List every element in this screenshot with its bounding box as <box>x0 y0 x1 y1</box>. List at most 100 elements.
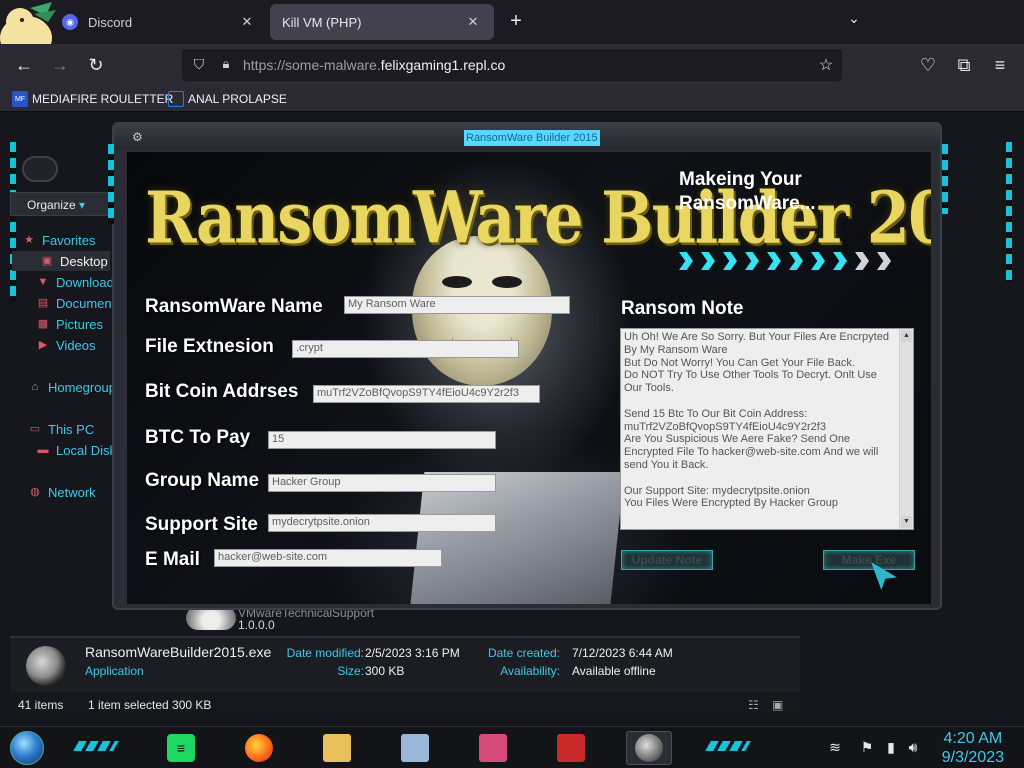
details-pane: RansomWareBuilder2015.exe Application Da… <box>10 636 800 692</box>
paint-icon <box>479 734 507 762</box>
window-title: RansomWare Builder 2015 <box>464 130 600 146</box>
update-note-button[interactable]: Update Note <box>621 550 713 570</box>
nav-videos[interactable]: ▶ Videos <box>36 335 112 355</box>
star-icon: ★ <box>24 234 34 246</box>
bookmarks-toolbar: MF MEDIAFIRE ROULETTER ANAL PROLAPSE <box>0 86 1024 112</box>
ransom-note-text[interactable]: Uh Oh! We Are So Sorry. But Your Files A… <box>624 331 898 527</box>
system-clock[interactable]: 4:20 AM 9/3/2023 <box>942 729 1004 767</box>
frame-decoration <box>1006 142 1012 282</box>
url-text[interactable]: https://some-malware.felixgaming1.repl.c… <box>243 57 505 73</box>
details-view-icon[interactable]: ☷ <box>748 698 759 712</box>
file-extension-input[interactable]: .crypt <box>292 340 519 358</box>
taskbar-app-tool[interactable] <box>548 731 594 765</box>
address-bar[interactable]: ⛉ 🔒︎ https://some-malware.felixgaming1.r… <box>182 49 842 81</box>
flag-icon[interactable]: ⚑ <box>858 739 876 757</box>
nav-homegroup[interactable]: ⌂ Homegroup <box>28 377 112 397</box>
thumbnail-view-icon[interactable]: ▣ <box>772 698 783 712</box>
start-button[interactable] <box>10 731 44 765</box>
bookmark-triangle-icon <box>168 91 184 107</box>
taskbar-decoration <box>73 741 119 751</box>
detail-date-created: 7/12/2023 6:44 AM <box>572 646 673 660</box>
tab-label: Discord <box>88 14 133 30</box>
network-tray-icon[interactable]: ▮ <box>882 739 900 757</box>
explorer-back-forward-button[interactable] <box>22 156 58 182</box>
firefox-icon <box>245 734 273 762</box>
skull-icon <box>635 734 663 762</box>
group-name-input[interactable]: Hacker Group <box>268 474 496 492</box>
note-scrollbar[interactable]: ▲ ▼ <box>899 329 913 529</box>
taskbar-app-monitor[interactable] <box>392 731 438 765</box>
detail-label: Date modified: <box>286 646 364 660</box>
documents-icon: ▤ <box>37 297 49 309</box>
btc-amount-input[interactable]: 15 <box>268 431 496 449</box>
taskbar-app-ransomware-builder[interactable] <box>626 731 672 765</box>
tool-icon <box>557 734 585 762</box>
shield-icon[interactable]: ⛉ <box>190 56 208 74</box>
builder-content: RansomWare Builder 2015 Makeing Your Ran… <box>127 152 931 604</box>
support-site-input[interactable]: mydecrytpsite.onion <box>268 514 496 532</box>
clock-date: 9/3/2023 <box>941 749 1004 766</box>
show-hidden-icons[interactable]: ≋ <box>826 739 844 757</box>
nav-favorites[interactable]: ★ Favorites <box>22 230 122 250</box>
navigation-pane: ★Favorites ▣Desktop ▼Downloads ▤Document… <box>10 224 113 624</box>
spotify-icon: ≡ <box>167 734 195 762</box>
pocket-icon[interactable]: ♡ <box>916 53 940 77</box>
ransomware-name-input[interactable]: My Ransom Ware <box>344 296 570 314</box>
forward-arrow-icon[interactable]: → <box>48 53 72 77</box>
nav-network[interactable]: ◍ Network <box>28 482 112 502</box>
window-title-bar[interactable]: ⚙ RansomWare Builder 2015 <box>114 124 940 150</box>
nav-pictures[interactable]: ▩ Pictures <box>36 314 112 334</box>
close-tab-icon[interactable]: ✕ <box>464 14 482 30</box>
file-item-version: 1.0.0.0 <box>238 618 275 632</box>
label-file-extension: File Extnesion <box>145 336 274 357</box>
back-arrow-icon[interactable]: ← <box>12 53 36 77</box>
tab-kill-vm[interactable]: Kill VM (PHP) ✕ <box>270 4 494 40</box>
detail-file-name: RansomWareBuilder2015.exe <box>85 644 272 660</box>
organize-button[interactable]: Organize ▾ <box>10 192 120 216</box>
taskbar-app-spotify[interactable]: ≡ <box>158 731 204 765</box>
taskbar-app-paint[interactable] <box>470 731 516 765</box>
app-gear-icon[interactable]: ⚙ <box>132 130 146 144</box>
network-icon: ◍ <box>30 486 40 498</box>
bookmark-star-icon[interactable]: ☆ <box>816 55 836 75</box>
clock-time: 4:20 AM <box>943 730 1003 747</box>
videos-icon: ▶ <box>38 339 48 351</box>
monitor-icon <box>401 734 429 762</box>
scroll-up-icon[interactable]: ▲ <box>901 330 912 342</box>
close-tab-icon[interactable]: ✕ <box>238 14 256 30</box>
scroll-down-icon[interactable]: ▼ <box>901 516 912 528</box>
taskbar-app-firefox[interactable] <box>236 731 282 765</box>
folder-icon <box>323 734 351 762</box>
browser-nav-bar: ← → ↻ ⛉ 🔒︎ https://some-malware.felixgam… <box>0 44 1024 86</box>
lock-icon[interactable]: 🔒︎ <box>218 56 234 74</box>
bookmark-anal-prolapse[interactable]: ANAL PROLAPSE <box>168 90 287 108</box>
bookmark-mediafire[interactable]: MF MEDIAFIRE ROULETTER <box>12 90 173 108</box>
skull-file-icon <box>26 646 66 686</box>
volume-icon[interactable]: 🔊︎ <box>904 739 922 757</box>
tab-discord[interactable]: ◉ Discord ✕ <box>50 4 268 40</box>
ransom-note-title: Ransom Note <box>621 298 744 319</box>
bitcoin-address-input[interactable]: muTrf2VZoBfQvopS9TY4fEioU4c9Y2r2f3 <box>313 385 540 403</box>
detail-label: Availability: <box>500 664 560 678</box>
nav-local-disk[interactable]: ▬ Local Disk <box>36 440 113 460</box>
ransom-note-textarea[interactable]: Uh Oh! We Are So Sorry. But Your Files A… <box>620 328 914 530</box>
email-input[interactable]: hacker@web-site.com <box>214 549 442 567</box>
download-icon: ▼ <box>37 276 49 288</box>
list-tabs-chevron-icon[interactable]: ⌄ <box>842 10 866 34</box>
detail-availability: Available offline <box>572 664 656 678</box>
status-bar: 41 items 1 item selected 300 KB ☷ ▣ <box>10 694 800 716</box>
nav-desktop[interactable]: ▣ Desktop <box>12 251 110 271</box>
menu-hamburger-icon[interactable]: ≡ <box>988 53 1012 77</box>
ransomware-builder-window: ⚙ RansomWare Builder 2015 RansomWare Bui… <box>108 122 948 610</box>
nav-downloads[interactable]: ▼Downloads <box>36 272 112 292</box>
nav-documents[interactable]: ▤Documents <box>36 293 112 313</box>
status-selection: 1 item selected 300 KB <box>88 698 212 712</box>
nav-this-pc[interactable]: ▭ This PC <box>28 419 112 439</box>
make-exe-button[interactable]: Make Exe <box>823 550 915 570</box>
reload-icon[interactable]: ↻ <box>84 53 108 77</box>
taskbar-app-file-explorer[interactable] <box>314 731 360 765</box>
browser-tab-bar: ◉ Discord ✕ Kill VM (PHP) ✕ + ⌄ <box>0 0 1024 60</box>
new-tab-button[interactable]: + <box>504 9 528 33</box>
extensions-icon[interactable]: ⧉ <box>952 53 976 77</box>
discord-icon: ◉ <box>62 14 78 30</box>
